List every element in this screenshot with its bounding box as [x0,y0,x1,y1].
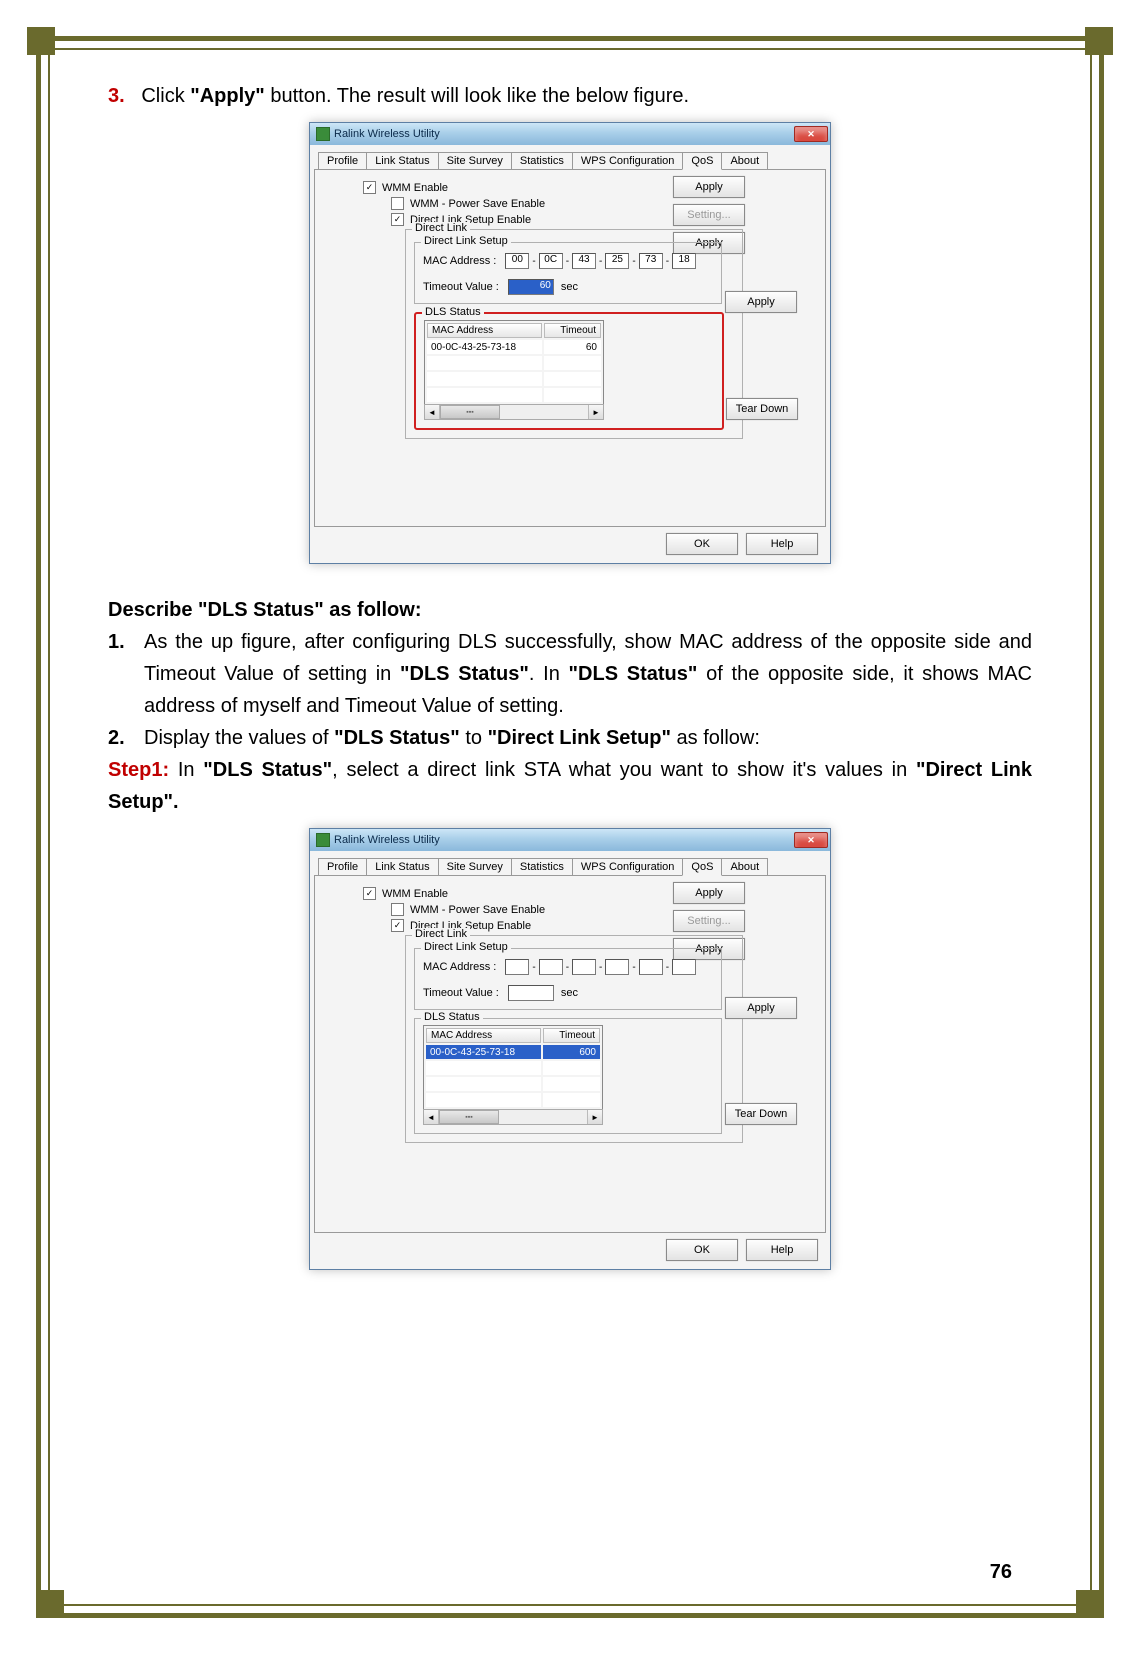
tab-about[interactable]: About [721,152,768,170]
setting-button[interactable]: Setting... [673,204,745,226]
mac-field-3[interactable] [572,959,596,975]
tab-strip: Profile Link Status Site Survey Statisti… [314,149,826,169]
mac-field-6[interactable] [672,959,696,975]
tab-site-survey[interactable]: Site Survey [438,152,512,170]
dls-enable-checkbox[interactable] [391,919,404,932]
mac-field-6[interactable]: 18 [672,253,696,269]
dls-enable-checkbox[interactable] [391,213,404,226]
close-icon[interactable]: ✕ [794,126,828,142]
tab-link-status[interactable]: Link Status [366,858,438,876]
apply-wmm-button[interactable]: Apply [673,176,745,198]
teardown-button[interactable]: Tear Down [726,398,798,420]
instruction-step-3: 3. Click "Apply" button. The result will… [108,80,1032,112]
titlebar: Ralink Wireless Utility ✕ [310,829,830,851]
titlebar: Ralink Wireless Utility ✕ [310,123,830,145]
wmm-ps-label: WMM - Power Save Enable [410,198,545,210]
ok-button[interactable]: OK [666,1239,738,1261]
timeout-field[interactable] [508,985,554,1001]
close-icon[interactable]: ✕ [794,832,828,848]
tab-about[interactable]: About [721,858,768,876]
tab-site-survey[interactable]: Site Survey [438,858,512,876]
direct-link-setup-label: Direct Link Setup [421,235,511,247]
app-icon [316,127,330,141]
ok-button[interactable]: OK [666,533,738,555]
mac-field-4[interactable] [605,959,629,975]
scroll-left-icon[interactable]: ◄ [425,405,440,419]
step1-line: Step1: In "DLS Status", select a direct … [108,754,1032,818]
mac-field-5[interactable] [639,959,663,975]
mac-field-4[interactable]: 25 [605,253,629,269]
apply-setup-button[interactable]: Apply [725,291,797,313]
tab-qos[interactable]: QoS [682,152,722,170]
mac-field-3[interactable]: 43 [572,253,596,269]
scroll-thumb[interactable]: ▪▪▪ [439,1110,499,1124]
tab-profile[interactable]: Profile [318,858,367,876]
timeout-label: Timeout Value : [423,281,499,293]
tab-qos[interactable]: QoS [682,858,722,876]
list-item-2: 2. Display the values of "DLS Status" to… [108,722,1032,754]
dialog-figure-2: Ralink Wireless Utility ✕ Profile Link S… [309,828,831,1270]
tab-wps[interactable]: WPS Configuration [572,152,684,170]
setting-button[interactable]: Setting... [673,910,745,932]
apply-setup-button[interactable]: Apply [725,997,797,1019]
help-button[interactable]: Help [746,533,818,555]
timeout-field[interactable]: 60 [508,279,554,295]
mac-field-1[interactable] [505,959,529,975]
scroll-thumb[interactable]: ▪▪▪ [440,405,500,419]
help-button[interactable]: Help [746,1239,818,1261]
teardown-button[interactable]: Tear Down [725,1103,797,1125]
wmm-enable-label: WMM Enable [382,182,448,194]
wmm-ps-checkbox[interactable] [391,197,404,210]
dls-status-label: DLS Status [422,306,484,318]
scroll-left-icon[interactable]: ◄ [424,1110,439,1124]
app-icon [316,833,330,847]
wmm-enable-checkbox[interactable] [363,887,376,900]
tab-link-status[interactable]: Link Status [366,152,438,170]
mac-field-2[interactable]: 0C [539,253,563,269]
tab-strip: Profile Link Status Site Survey Statisti… [314,855,826,875]
dls-status-table[interactable]: MAC AddressTimeout 00-0C-43-25-73-1860 [424,320,604,405]
window-title: Ralink Wireless Utility [334,834,794,846]
mac-field-2[interactable] [539,959,563,975]
window-title: Ralink Wireless Utility [334,128,794,140]
direct-link-group-label: Direct Link [412,222,470,234]
tab-wps[interactable]: WPS Configuration [572,858,684,876]
wmm-enable-checkbox[interactable] [363,181,376,194]
tab-profile[interactable]: Profile [318,152,367,170]
table-row[interactable]: 00-0C-43-25-73-18600 [426,1045,600,1059]
scroll-right-icon[interactable]: ► [588,405,603,419]
mac-field-5[interactable]: 73 [639,253,663,269]
mac-address-label: MAC Address : [423,255,496,267]
dialog-figure-1: Ralink Wireless Utility ✕ Profile Link S… [309,122,831,564]
list-item-1: 1. As the up figure, after configuring D… [108,626,1032,722]
mac-field-1[interactable]: 00 [505,253,529,269]
describe-heading: Describe "DLS Status" as follow: [108,594,1032,626]
tab-statistics[interactable]: Statistics [511,858,573,876]
scroll-right-icon[interactable]: ► [587,1110,602,1124]
dls-status-table[interactable]: MAC AddressTimeout 00-0C-43-25-73-18600 [423,1025,603,1110]
h-scrollbar[interactable]: ◄ ▪▪▪ ► [423,1109,603,1125]
table-row[interactable]: 00-0C-43-25-73-1860 [427,340,601,354]
apply-wmm-button[interactable]: Apply [673,882,745,904]
wmm-ps-checkbox[interactable] [391,903,404,916]
h-scrollbar[interactable]: ◄ ▪▪▪ ► [424,404,604,420]
tab-statistics[interactable]: Statistics [511,152,573,170]
page-number: 76 [990,1561,1012,1584]
